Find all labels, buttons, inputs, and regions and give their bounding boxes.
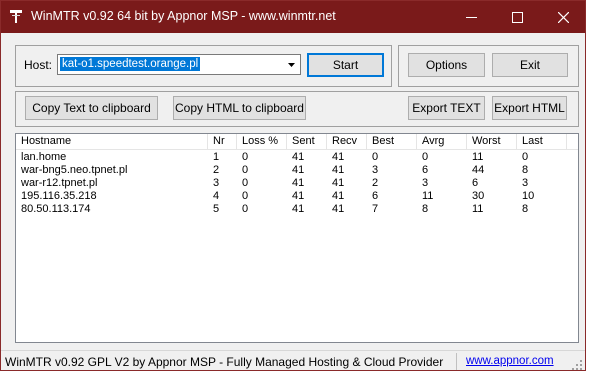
table-row[interactable]: war-r12.tpnet.pl 3 0 41 41 2 3 6 3 — [16, 177, 578, 190]
status-bar: WinMTR v0.92 GPL V2 by Appnor MSP - Full… — [1, 350, 585, 371]
cell-recv: 41 — [332, 164, 345, 176]
cell-avrg: 11 — [422, 190, 434, 202]
maximize-button[interactable] — [494, 1, 540, 33]
title-bar[interactable]: WinMTR v0.92 64 bit by Appnor MSP - www.… — [1, 1, 585, 33]
cell-sent: 41 — [292, 151, 305, 163]
cell-hostname: 195.116.35.218 — [21, 190, 97, 202]
host-label: Host: — [24, 58, 53, 72]
cell-worst: 11 — [472, 203, 484, 215]
cell-hostname: war-r12.tpnet.pl — [21, 177, 98, 189]
window-title: WinMTR v0.92 64 bit by Appnor MSP - www.… — [31, 9, 336, 23]
cell-nr: 1 — [213, 151, 220, 163]
copy-html-button[interactable]: Copy HTML to clipboard — [173, 96, 306, 120]
column-header-best[interactable]: Best — [367, 134, 417, 149]
cell-hostname: lan.home — [21, 151, 67, 163]
cell-avrg: 8 — [422, 203, 429, 215]
start-button[interactable]: Start — [307, 53, 384, 77]
export-text-button[interactable]: Export TEXT — [408, 96, 485, 120]
column-header-loss[interactable]: Loss % — [237, 134, 287, 149]
cell-best: 3 — [372, 164, 379, 176]
table-row[interactable]: lan.home 1 0 41 41 0 0 11 0 — [16, 151, 578, 164]
table-header: Hostname Nr Loss % Sent Recv Best Avrg W… — [16, 134, 578, 150]
cell-worst: 30 — [472, 190, 485, 202]
cell-nr: 2 — [213, 164, 220, 176]
column-header-worst[interactable]: Worst — [467, 134, 517, 149]
cell-last: 10 — [522, 190, 535, 202]
column-header-avrg[interactable]: Avrg — [417, 134, 467, 149]
cell-avrg: 3 — [422, 177, 429, 189]
cell-recv: 41 — [332, 151, 345, 163]
cell-loss: 0 — [242, 203, 249, 215]
cell-sent: 41 — [292, 164, 305, 176]
cell-hostname: 80.50.113.174 — [21, 203, 91, 215]
chevron-down-icon — [288, 62, 295, 67]
cell-sent: 41 — [292, 190, 305, 202]
export-html-button[interactable]: Export HTML — [492, 96, 567, 120]
host-input[interactable]: kat-o1.speedtest.orange.pl — [58, 56, 202, 72]
cell-loss: 0 — [242, 164, 249, 176]
host-combobox[interactable]: kat-o1.speedtest.orange.pl — [57, 54, 301, 75]
column-header-nr[interactable]: Nr — [208, 134, 237, 149]
resize-grip-icon[interactable] — [572, 360, 583, 371]
cell-best: 2 — [372, 177, 379, 189]
cell-loss: 0 — [242, 177, 249, 189]
cell-sent: 41 — [292, 203, 305, 215]
cell-recv: 41 — [332, 203, 345, 215]
cell-worst: 44 — [472, 164, 485, 176]
host-dropdown-button[interactable] — [283, 55, 300, 74]
table-row[interactable]: 80.50.113.174 5 0 41 41 7 8 11 8 — [16, 203, 578, 216]
cell-best: 6 — [372, 190, 379, 202]
cell-recv: 41 — [332, 177, 345, 189]
cell-last: 8 — [522, 203, 529, 215]
table-row[interactable]: war-bng5.neo.tpnet.pl 2 0 41 41 3 6 44 8 — [16, 164, 578, 177]
cell-hostname: war-bng5.neo.tpnet.pl — [21, 164, 128, 176]
column-header-last[interactable]: Last — [517, 134, 567, 149]
cell-avrg: 0 — [422, 151, 429, 163]
cell-last: 3 — [522, 177, 529, 189]
cell-best: 7 — [372, 203, 379, 215]
cell-nr: 5 — [213, 203, 220, 215]
winmtr-window: WinMTR v0.92 64 bit by Appnor MSP - www.… — [0, 0, 586, 371]
options-button[interactable]: Options — [408, 53, 485, 77]
cell-nr: 3 — [213, 177, 220, 189]
maximize-icon — [511, 11, 523, 23]
status-divider — [456, 353, 457, 370]
cell-worst: 11 — [472, 151, 484, 163]
cell-last: 0 — [522, 151, 529, 163]
appnor-link[interactable]: www.appnor.com — [466, 355, 554, 367]
status-text: WinMTR v0.92 GPL V2 by Appnor MSP - Full… — [5, 355, 444, 369]
minimize-icon — [465, 16, 477, 18]
cell-recv: 41 — [332, 190, 345, 202]
cell-best: 0 — [372, 151, 379, 163]
cell-avrg: 6 — [422, 164, 429, 176]
cell-sent: 41 — [292, 177, 305, 189]
column-header-hostname[interactable]: Hostname — [16, 134, 208, 149]
column-header-sent[interactable]: Sent — [287, 134, 327, 149]
cell-loss: 0 — [242, 151, 249, 163]
cell-worst: 6 — [472, 177, 479, 189]
copy-text-button[interactable]: Copy Text to clipboard — [25, 96, 158, 120]
close-button[interactable] — [540, 1, 585, 33]
minimize-button[interactable] — [448, 1, 494, 33]
cell-last: 8 — [522, 164, 529, 176]
winmtr-app-icon — [10, 10, 22, 23]
cell-loss: 0 — [242, 190, 249, 202]
close-icon — [557, 11, 569, 23]
cell-nr: 4 — [213, 190, 220, 202]
exit-button[interactable]: Exit — [492, 53, 568, 77]
table-row[interactable]: 195.116.35.218 4 0 41 41 6 11 30 10 — [16, 190, 578, 203]
column-header-recv[interactable]: Recv — [327, 134, 367, 149]
results-table[interactable]: Hostname Nr Loss % Sent Recv Best Avrg W… — [15, 133, 579, 343]
